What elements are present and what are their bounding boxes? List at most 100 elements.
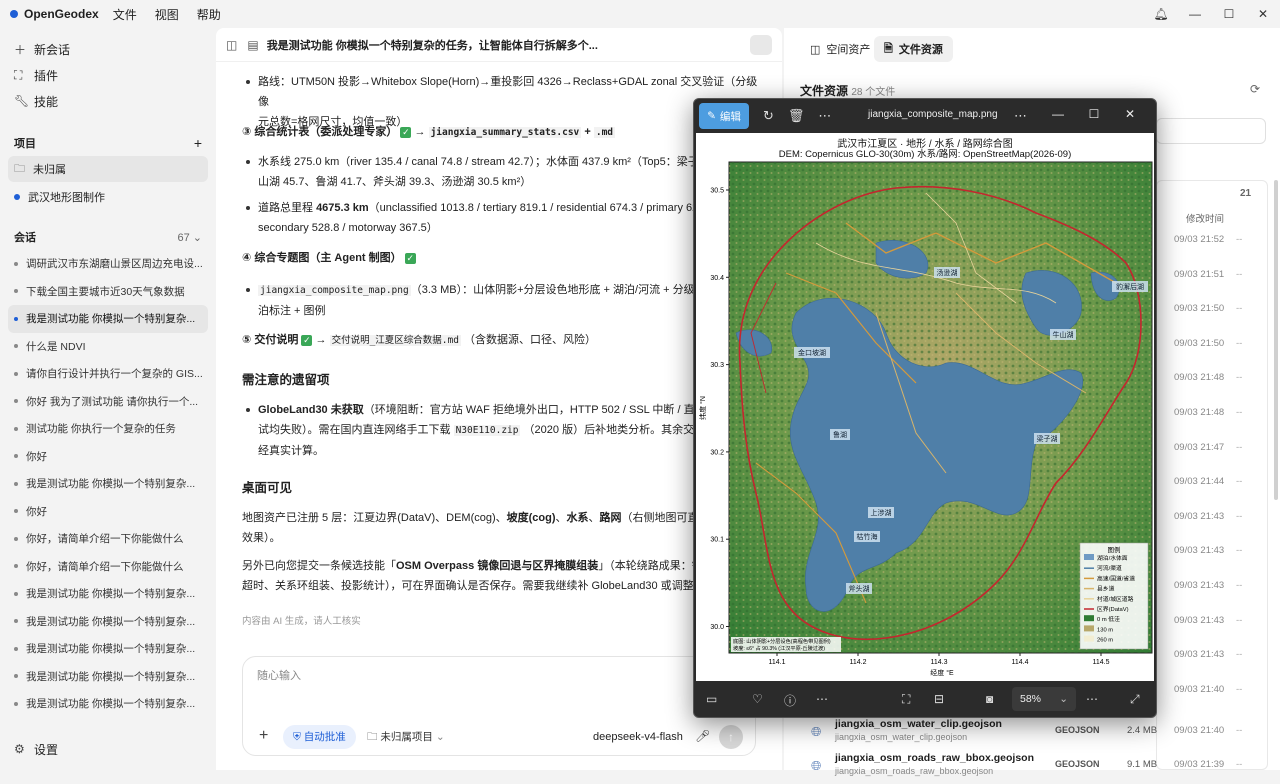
tab-file-resources[interactable]: 🗎 文件资源 — [874, 36, 953, 62]
x-tick-label: 114.5 — [1093, 659, 1110, 666]
plugins-button[interactable]: ⛶ 插件 — [0, 62, 216, 88]
viewer-minimize-button[interactable]: — — [1040, 107, 1076, 121]
settings-button[interactable]: ⚙ 设置 — [0, 736, 58, 762]
session-item[interactable]: 下载全国主要城市近30天气象数据 — [8, 278, 208, 306]
message-input[interactable]: 随心输入 — [257, 667, 301, 683]
session-item[interactable]: 你好 — [8, 443, 208, 471]
session-item[interactable]: 我是测试功能 你模拟一个特别复杂... — [8, 663, 208, 691]
section-desc: （含数据源、口径、风险） — [464, 334, 597, 346]
panel-toggle-button[interactable] — [750, 35, 772, 55]
close-button[interactable]: ✕ — [1246, 7, 1280, 21]
session-dot — [14, 344, 18, 349]
files-count: 28 个文件 — [851, 87, 896, 98]
menu-help[interactable]: 帮助 — [197, 6, 221, 23]
project-item[interactable]: 🗀 未归属 — [8, 156, 208, 182]
ocr-icon[interactable]: ⊟ — [934, 692, 944, 706]
check-icon: ✓ — [400, 126, 412, 138]
session-item[interactable]: 我是测试功能 你模拟一个特别复杂... — [8, 608, 208, 636]
session-item[interactable]: 请你自行设计并执行一个复杂的 GIS... — [8, 360, 208, 388]
menu-view[interactable]: 视图 — [155, 6, 179, 23]
minimize-button[interactable]: — — [1178, 7, 1212, 21]
session-item[interactable]: 测试功能 你执行一个复杂的任务 — [8, 415, 208, 443]
project-select[interactable]: 🗀 未归属项目 ⌄ — [367, 725, 445, 749]
map-desc-2: 泊标注 + 图例 — [258, 305, 326, 317]
file-row[interactable]: 🌐︎ jiangxia_osm_roads_raw_bbox.geojson jia… — [799, 750, 1259, 784]
screenshot-icon[interactable]: ◙ — [986, 692, 993, 706]
menu-file[interactable]: 文件 — [113, 6, 137, 23]
map-desc: （3.3 MB）：山体阴影+分层设色地形底 + 湖泊/河流 + 分级路网 — [410, 284, 717, 296]
plus-text: + — [584, 126, 591, 138]
chat-title: 我是测试功能 你模拟一个特别复杂的任务，让智能体自行拆解多个... — [266, 39, 598, 52]
session-item[interactable]: 调研武汉市东湖磨山景区周边充电设... — [8, 250, 208, 278]
tab-spatial-assets[interactable]: ◫ 空间资产 — [800, 36, 880, 62]
session-label: 调研武汉市东湖磨山景区周边充电设... — [26, 258, 203, 271]
projects-title: 项目 — [14, 138, 36, 150]
sidebar-toggle-icon[interactable]: ◫ — [226, 38, 237, 52]
legend-item: 村道/城区道路 — [1097, 595, 1134, 603]
file-code: 交付说明_江夏区综合数据.md — [329, 335, 461, 346]
favorite-icon[interactable]: ♡ — [752, 692, 763, 706]
project-label: 未归属 — [33, 164, 66, 176]
session-label: 我是测试功能 你模拟一个特别复杂... — [26, 670, 196, 683]
row-dash: -- — [1236, 580, 1243, 591]
fullscreen-icon[interactable]: ⤢ — [1130, 692, 1140, 707]
row-time: 09/03 21:44 — [1174, 476, 1225, 488]
microphone-icon[interactable]: 🎤︎ — [695, 729, 710, 743]
project-item[interactable]: 武汉地形图制作 — [8, 184, 208, 210]
scrollbar[interactable] — [1274, 180, 1278, 500]
project-label: 武汉地形图制作 — [28, 192, 105, 204]
add-project-icon[interactable]: + — [194, 135, 202, 151]
more-icon[interactable]: ⋯ — [1086, 692, 1098, 706]
files-title-text: 文件资源 — [800, 84, 849, 98]
refresh-icon[interactable]: ⟳ — [1250, 82, 1260, 96]
chevron-down-icon[interactable]: ⌄ — [193, 232, 202, 244]
row-dash: -- — [1236, 337, 1243, 349]
crop-icon[interactable]: ⛶ — [902, 692, 910, 707]
session-item[interactable]: 我是测试功能 你模拟一个特别复杂... — [8, 580, 208, 608]
file-icon: 🗎 — [884, 42, 893, 55]
send-button[interactable]: ↑ — [719, 725, 743, 749]
session-item[interactable]: 你好 — [8, 498, 208, 526]
session-item[interactable]: 你好 我为了测试功能 请你执行一个... — [8, 388, 208, 416]
desk-text-2: 效果）。 — [242, 532, 281, 544]
session-item[interactable]: 你好，请简单介绍一下你能做什么 — [8, 525, 208, 553]
file-row[interactable]: 🌐︎ jiangxia_osm_water_clip.geojson jiangxi… — [799, 716, 1259, 750]
search-field[interactable] — [1156, 118, 1266, 144]
attach-plus-icon[interactable]: + — [259, 727, 268, 745]
delete-icon[interactable]: 🗑︎ — [788, 108, 805, 124]
new-chat-button[interactable]: ＋ 新会话 — [0, 36, 216, 62]
skills-button[interactable]: 🔧︎ 技能 — [0, 88, 216, 114]
session-item[interactable]: 我是测试功能 你模拟一个特别复杂... — [8, 305, 208, 333]
maximize-button[interactable]: ☐ — [1212, 7, 1246, 21]
rotate-icon[interactable]: ↻ — [763, 108, 774, 124]
session-label: 你好，请简单介绍一下你能做什么 — [26, 560, 184, 573]
session-item[interactable]: 我是测试功能 你模拟一个特别复杂... — [8, 470, 208, 498]
skills-label: 技能 — [34, 94, 59, 109]
viewer-maximize-button[interactable]: ☐ — [1076, 107, 1112, 121]
session-dot — [14, 674, 18, 679]
viewer-close-button[interactable]: ✕ — [1112, 107, 1148, 121]
session-item[interactable]: 我是测试功能 你模拟一个特别复杂... — [8, 635, 208, 663]
model-select[interactable]: deepseek-v4-flash — [593, 725, 683, 749]
info-icon[interactable]: ⓘ — [784, 692, 796, 709]
session-dot — [14, 454, 18, 459]
zoom-select[interactable]: 58% ⌄ — [1012, 687, 1076, 711]
more-icon[interactable]: ⋯ — [818, 108, 831, 124]
session-item[interactable]: 你好，请简单介绍一下你能做什么 — [8, 553, 208, 581]
session-item[interactable]: 我是测试功能 你模拟一个特别复杂... — [8, 690, 208, 718]
row-dash: -- — [1236, 234, 1243, 245]
row-dash: -- — [1236, 614, 1243, 626]
edit-button[interactable]: ✎ 编辑 — [699, 103, 749, 129]
bell-icon[interactable]: 🔔︎ — [1144, 7, 1178, 21]
more-icon[interactable]: ⋯ — [816, 692, 828, 706]
folder-icon: 🗀 — [367, 731, 378, 743]
project-select-label: 未归属项目 — [380, 731, 433, 743]
session-item[interactable]: 什么是 NDVI — [8, 333, 208, 361]
file-size: 2.4 MB — [1127, 725, 1158, 736]
auto-approve-toggle[interactable]: ⛨ 自动批准 — [283, 725, 356, 749]
map-subtitle: DEM: Copernicus GLO-30(30m) 水系/路网: OpenS… — [779, 148, 1072, 160]
filmstrip-icon[interactable]: ▭ — [706, 692, 717, 706]
chat-icon: ▤ — [247, 37, 259, 52]
more-options-icon[interactable]: ⋯ — [1014, 108, 1027, 124]
legend-swatch — [1084, 635, 1094, 642]
